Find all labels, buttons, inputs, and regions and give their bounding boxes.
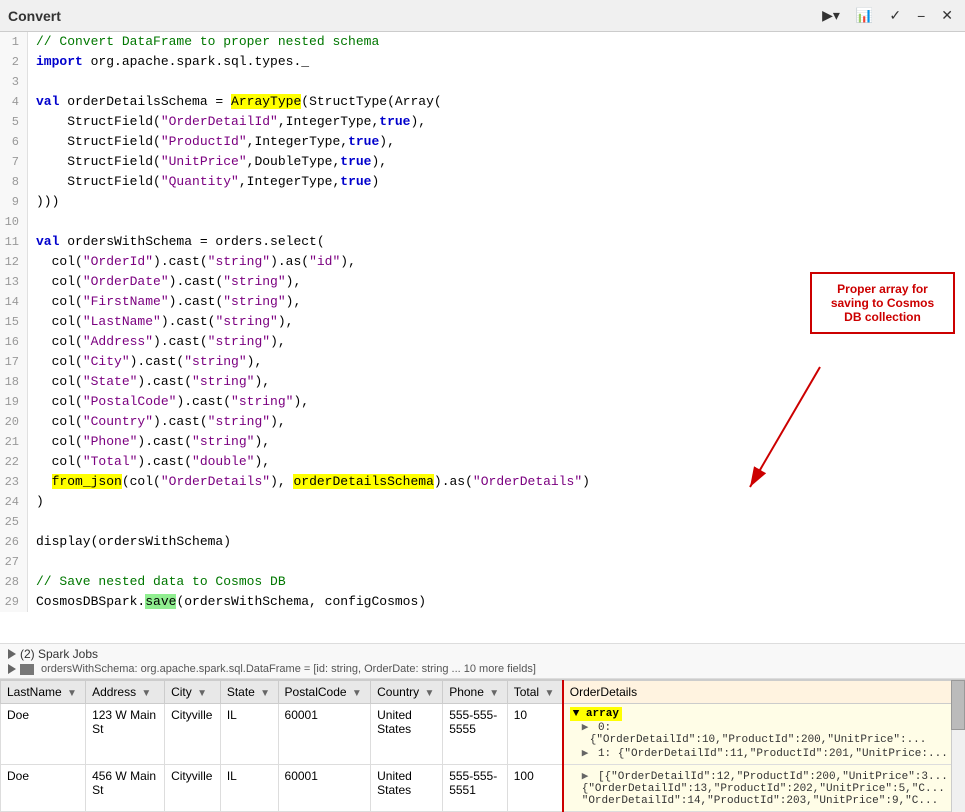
code-line-10: 10 bbox=[0, 212, 965, 232]
close-button[interactable]: ✕ bbox=[937, 5, 957, 26]
code-line-6: 6 StructField("ProductId",IntegerType,tr… bbox=[0, 132, 965, 152]
results-table: LastName ▼ Address ▼ City ▼ State ▼ Post… bbox=[0, 680, 965, 812]
code-line-4: 4 val orderDetailsSchema = ArrayType(Str… bbox=[0, 92, 965, 112]
toolbar-right: ▶▾ 📊 ✓ − ✕ bbox=[818, 5, 957, 26]
col-header-total[interactable]: Total ▼ bbox=[507, 681, 562, 704]
schema-text: ordersWithSchema: org.apache.spark.sql.D… bbox=[41, 663, 536, 675]
code-line-12: 12 col("OrderId").cast("string").as("id"… bbox=[0, 252, 965, 272]
code-line-26: 26 display(ordersWithSchema) bbox=[0, 532, 965, 552]
col-header-orderdetails[interactable]: OrderDetails bbox=[563, 681, 965, 704]
jobs-text: (2) Spark Jobs bbox=[20, 647, 98, 661]
code-line-7: 7 StructField("UnitPrice",DoubleType,tru… bbox=[0, 152, 965, 172]
code-line-27: 27 bbox=[0, 552, 965, 572]
cell-postalcode-1: 60001 bbox=[278, 704, 371, 765]
code-line-24: 24 ) bbox=[0, 492, 965, 512]
toolbar: Convert ▶▾ 📊 ✓ − ✕ bbox=[0, 0, 965, 32]
annotation-box: Proper array for saving to Cosmos DB col… bbox=[810, 272, 955, 334]
code-line-3: 3 bbox=[0, 72, 965, 92]
code-line-19: 19 col("PostalCode").cast("string"), bbox=[0, 392, 965, 412]
data-table-wrapper: LastName ▼ Address ▼ City ▼ State ▼ Post… bbox=[0, 679, 965, 812]
scroll-thumb[interactable] bbox=[951, 680, 965, 730]
cell-state-1: IL bbox=[220, 704, 278, 765]
run-button[interactable]: ▶▾ bbox=[818, 5, 844, 26]
col-header-address[interactable]: Address ▼ bbox=[86, 681, 165, 704]
cell-country-1: UnitedStates bbox=[371, 704, 443, 765]
code-line-23: 23 from_json(col("OrderDetails"), orderD… bbox=[0, 472, 965, 492]
col-header-phone[interactable]: Phone ▼ bbox=[443, 681, 508, 704]
code-line-22: 22 col("Total").cast("double"), bbox=[0, 452, 965, 472]
cell-city-1: Cityville bbox=[165, 704, 221, 765]
jobs-line-1: (2) Spark Jobs bbox=[8, 646, 957, 662]
chart-button[interactable]: 📊 bbox=[852, 5, 877, 26]
cell-postalcode-2: 60001 bbox=[278, 765, 371, 812]
orderdetails-tree-item-1: ▶ 0: bbox=[570, 720, 958, 734]
cell-state-2: IL bbox=[220, 765, 278, 812]
toolbar-left: Convert bbox=[8, 8, 61, 24]
cell-lastname-2: Doe bbox=[1, 765, 86, 812]
code-editor: 1 // Convert DataFrame to proper nested … bbox=[0, 32, 965, 643]
orderdetails-row2-item-2: {"OrderDetailId":13,"ProductId":202,"Uni… bbox=[570, 783, 958, 795]
jobs-expand-icon[interactable] bbox=[8, 649, 16, 659]
col-header-state[interactable]: State ▼ bbox=[220, 681, 278, 704]
cell-orderdetails-2: ▶ [{"OrderDetailId":12,"ProductId":200,"… bbox=[563, 765, 965, 812]
col-header-lastname[interactable]: LastName ▼ bbox=[1, 681, 86, 704]
code-line-21: 21 col("Phone").cast("string"), bbox=[0, 432, 965, 452]
schema-icon bbox=[20, 664, 34, 675]
cell-phone-1: 555-555-5555 bbox=[443, 704, 508, 765]
table-header-row: LastName ▼ Address ▼ City ▼ State ▼ Post… bbox=[1, 681, 965, 704]
code-line-16: 16 col("Address").cast("string"), bbox=[0, 332, 965, 352]
cell-phone-2: 555-555-5551 bbox=[443, 765, 508, 812]
jobs-bar: (2) Spark Jobs ordersWithSchema: org.apa… bbox=[0, 643, 965, 679]
cell-country-2: UnitedStates bbox=[371, 765, 443, 812]
cell-total-2: 100 bbox=[507, 765, 562, 812]
cell-lastname-1: Doe bbox=[1, 704, 86, 765]
app-container: Convert ▶▾ 📊 ✓ − ✕ 1 // Convert DataFram… bbox=[0, 0, 965, 812]
orderdetails-row2-item-3: "OrderDetailId":14,"ProductId":203,"Unit… bbox=[570, 795, 958, 807]
orderdetails-row2-item-1: ▶ [{"OrderDetailId":12,"ProductId":200,"… bbox=[570, 769, 958, 783]
code-line-29: 29 CosmosDBSpark.save(ordersWithSchema, … bbox=[0, 592, 965, 612]
cell-address-1: 123 W MainSt bbox=[86, 704, 165, 765]
vertical-scrollbar[interactable] bbox=[951, 680, 965, 812]
code-line-18: 18 col("State").cast("string"), bbox=[0, 372, 965, 392]
cell-orderdetails-1: ▼ array ▶ 0: {"OrderDetailId":10,"Produc… bbox=[563, 704, 965, 765]
schema-line: ordersWithSchema: org.apache.spark.sql.D… bbox=[8, 662, 957, 676]
col-header-city[interactable]: City ▼ bbox=[165, 681, 221, 704]
code-line-28: 28 // Save nested data to Cosmos DB bbox=[0, 572, 965, 592]
col-header-postalcode[interactable]: PostalCode ▼ bbox=[278, 681, 371, 704]
cell-city-2: Cityville bbox=[165, 765, 221, 812]
code-line-17: 17 col("City").cast("string"), bbox=[0, 352, 965, 372]
minimize-button[interactable]: − bbox=[913, 6, 929, 26]
toolbar-title: Convert bbox=[8, 8, 61, 24]
code-line-11: 11 val ordersWithSchema = orders.select( bbox=[0, 232, 965, 252]
code-line-25: 25 bbox=[0, 512, 965, 532]
orderdetails-tree-item-2: ▶ 1: {"OrderDetailId":11,"ProductId":201… bbox=[570, 746, 958, 760]
code-line-20: 20 col("Country").cast("string"), bbox=[0, 412, 965, 432]
code-line-1: 1 // Convert DataFrame to proper nested … bbox=[0, 32, 965, 52]
cell-address-2: 456 W MainSt bbox=[86, 765, 165, 812]
code-line-5: 5 StructField("OrderDetailId",IntegerTyp… bbox=[0, 112, 965, 132]
check-button[interactable]: ✓ bbox=[885, 5, 905, 26]
col-header-country[interactable]: Country ▼ bbox=[371, 681, 443, 704]
orderdetails-tree-value-1: {"OrderDetailId":10,"ProductId":200,"Uni… bbox=[570, 734, 958, 746]
code-line-9: 9 ))) bbox=[0, 192, 965, 212]
code-line-2: 2 import org.apache.spark.sql.types._ bbox=[0, 52, 965, 72]
code-line-8: 8 StructField("Quantity",IntegerType,tru… bbox=[0, 172, 965, 192]
table-row: Doe 123 W MainSt Cityville IL 60001 Unit… bbox=[1, 704, 965, 765]
schema-expand-icon[interactable] bbox=[8, 664, 16, 674]
table-row: Doe 456 W MainSt Cityville IL 60001 Unit… bbox=[1, 765, 965, 812]
cell-total-1: 10 bbox=[507, 704, 562, 765]
